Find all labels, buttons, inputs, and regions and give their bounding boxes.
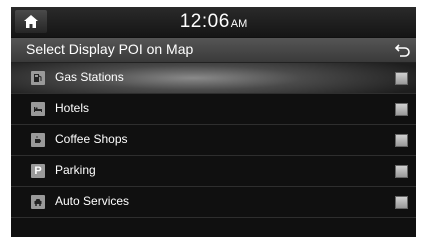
list-item-hotels[interactable]: Hotels [11,94,416,125]
list-item-parking[interactable]: P Parking [11,156,416,187]
list-item-coffee-shops[interactable]: Coffee Shops [11,125,416,156]
checkbox[interactable] [395,72,408,85]
list-item-label: Auto Services [55,194,130,208]
title-bar: Select Display POI on Map [11,38,416,63]
checkbox[interactable] [395,103,408,116]
list-item-label: Hotels [55,101,90,115]
list-item-label: Coffee Shops [55,132,128,146]
coffee-cup-icon [31,133,45,147]
hotel-icon [31,102,45,116]
poi-list: Gas Stations Hotels Coffee Shops P Parki… [11,63,416,218]
clock: 12:06AM [11,11,416,33]
checkbox[interactable] [395,134,408,147]
clock-time: 12:06 [179,11,230,32]
clock-ampm: AM [230,18,248,30]
list-item-label: Gas Stations [55,70,124,84]
back-button[interactable] [393,40,413,60]
gas-station-icon [31,71,45,85]
checkbox[interactable] [395,165,408,178]
parking-icon: P [31,164,45,178]
list-item-label: Parking [55,163,96,177]
checkbox[interactable] [395,196,408,209]
parking-icon-letter: P [34,165,42,177]
list-item-auto-services[interactable]: Auto Services [11,187,416,218]
car-service-icon [31,195,45,209]
page-title: Select Display POI on Map [26,41,194,57]
list-item-gas-stations[interactable]: Gas Stations [11,63,416,94]
display-screen: 12:06AM Select Display POI on Map Gas St… [11,7,416,237]
status-bar: 12:06AM [11,7,416,37]
back-arrow-icon [394,44,410,57]
